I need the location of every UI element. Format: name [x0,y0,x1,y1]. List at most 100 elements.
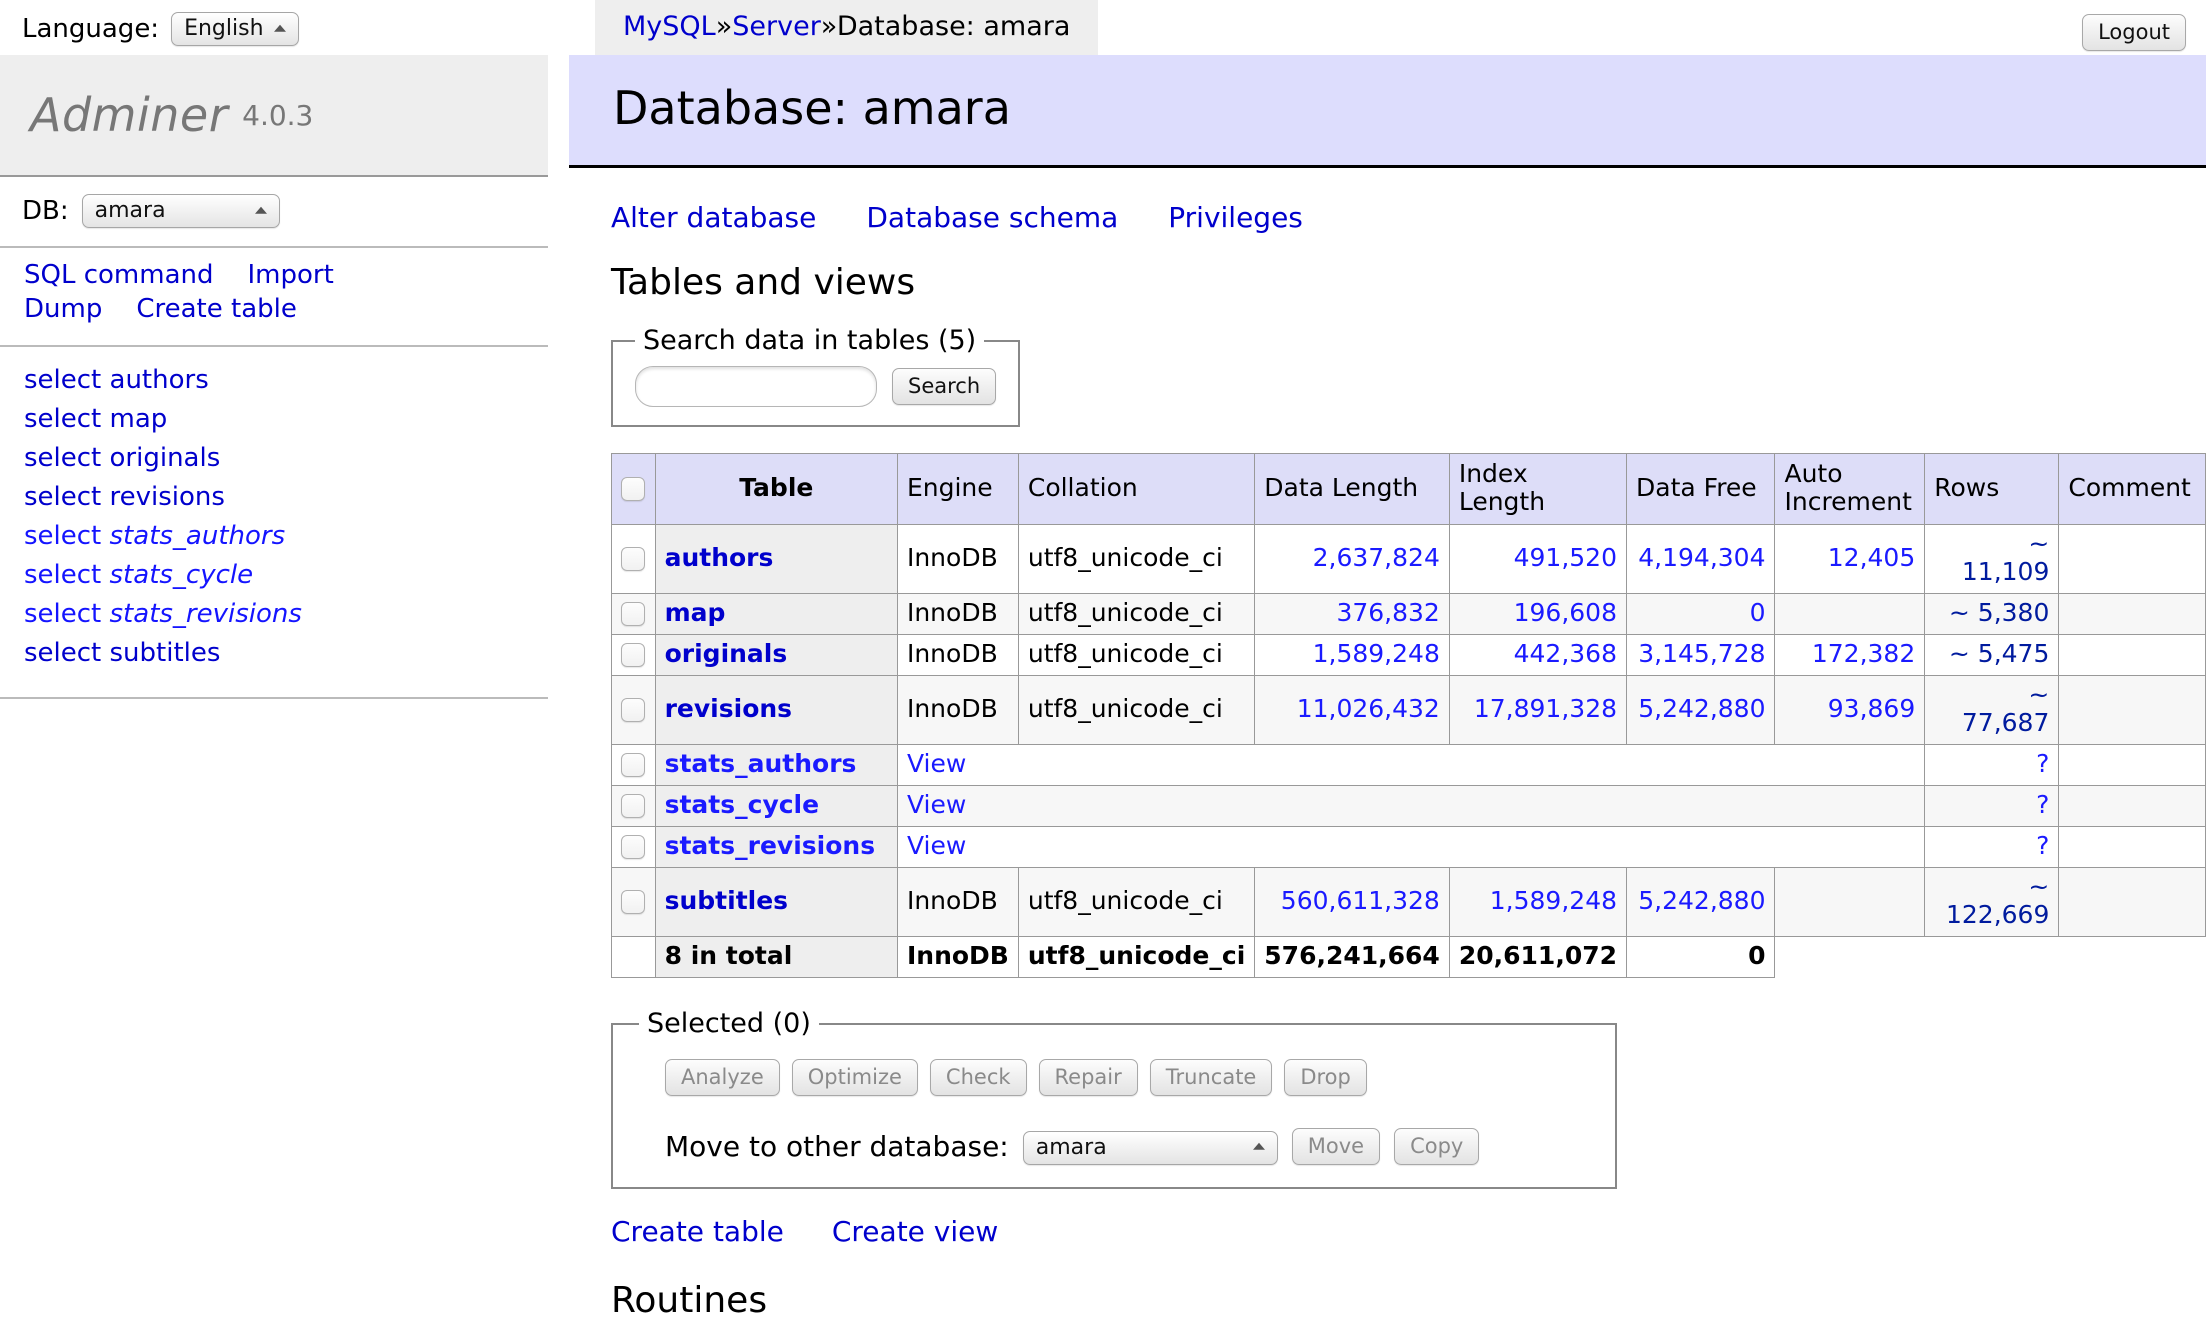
sidebar-select-link-originals[interactable]: select originals [24,443,220,473]
cell-index-length-link[interactable]: 1,589,248 [1490,886,1617,915]
language-select[interactable]: English [171,12,300,46]
row-checkbox-authors[interactable] [621,547,646,571]
table-link-map[interactable]: map [665,598,726,627]
total-checkbox-cell [611,936,656,978]
cell-data-free-link[interactable]: 5,242,880 [1638,886,1765,915]
row-checkbox-stats_authors[interactable] [621,753,646,777]
drop-button[interactable]: Drop [1284,1059,1367,1096]
rows-value: ~ 77,687 [1961,680,2050,737]
cell-data-length-link[interactable]: 11,026,432 [1297,694,1440,723]
cell-auto-increment-link[interactable]: 93,869 [1828,694,1915,723]
copy-button[interactable]: Copy [1394,1128,1480,1165]
row-checkbox-stats_revisions[interactable] [621,835,646,859]
rows-unknown: ? [2036,749,2050,778]
cell-data-length-link[interactable]: 2,637,824 [1313,543,1440,572]
cell-data-free: 0 [1625,593,1776,635]
table-link-stats_revisions[interactable]: stats_revisions [665,831,876,860]
table-row: stats_cycle View? [611,785,2206,827]
sidebar-select-link-stats_authors[interactable]: select stats_authors [24,521,285,551]
move-db-select[interactable]: amara [1022,1131,1278,1165]
link-privileges[interactable]: Privileges [1168,201,1303,234]
language-label: Language: [22,14,160,44]
sidebar-select-name: revisions [109,481,225,512]
cell-table-name: stats_cycle [654,785,898,827]
row-checkbox-subtitles[interactable] [621,890,646,914]
sidebar-select-link-subtitles[interactable]: select subtitles [24,638,220,668]
table-link-subtitles[interactable]: subtitles [665,886,788,915]
cell-index-length-link[interactable]: 442,368 [1514,639,1617,668]
sidebar-select-keyword: select [24,442,110,473]
sidebar-menu-sql-command[interactable]: SQL command [24,261,214,289]
sidebar-menu-create-table[interactable]: Create table [136,295,297,323]
cell-data-length-link[interactable]: 560,611,328 [1281,886,1440,915]
total-collation: utf8_unicode_ci [1017,936,1256,978]
repair-button[interactable]: Repair [1038,1059,1138,1096]
link-create-table-bottom[interactable]: Create table [611,1215,784,1248]
sidebar-select-link-authors[interactable]: select authors [24,365,209,395]
cell-auto-increment-link[interactable]: 12,405 [1828,543,1915,572]
cell-comment [2058,867,2206,937]
search-input[interactable] [635,366,877,407]
cell-data-free-link[interactable]: 4,194,304 [1638,543,1765,572]
sidebar-select-link-map[interactable]: select map [24,404,167,434]
cell-index-length-link[interactable]: 196,608 [1514,598,1617,627]
breadcrumb-server-link[interactable]: Server [732,11,821,42]
cell-data-free: 5,242,880 [1625,675,1776,745]
view-link-stats_authors[interactable]: View [907,749,966,778]
rows-value: ~ 5,380 [1948,598,2050,627]
row-checkbox-revisions[interactable] [621,698,646,722]
cell-engine: InnoDB [896,524,1019,594]
move-button[interactable]: Move [1291,1128,1381,1165]
search-button[interactable]: Search [892,368,997,405]
adminer-version: 4.0.3 [242,98,314,132]
table-header-row: Table Engine Collation Data Length Index… [611,453,2206,525]
link-create-view-bottom[interactable]: Create view [832,1215,998,1248]
select-all-checkbox[interactable] [621,477,645,501]
rows-value: ~ 5,475 [1948,639,2050,668]
sidebar-select-link-stats_cycle[interactable]: select stats_cycle [24,560,253,590]
db-label: DB: [22,196,69,226]
cell-auto-increment: 12,405 [1774,524,1926,594]
routines-heading: Routines [611,1280,768,1321]
table-link-stats_authors[interactable]: stats_authors [665,749,857,778]
row-checkbox-map[interactable] [621,602,646,626]
truncate-button[interactable]: Truncate [1149,1059,1273,1096]
breadcrumb-driver-link[interactable]: MySQL [623,11,716,42]
optimize-button[interactable]: Optimize [791,1059,918,1096]
view-link-stats_cycle[interactable]: View [907,790,966,819]
row-checkbox-stats_cycle[interactable] [621,794,646,818]
view-link-stats_revisions[interactable]: View [907,831,966,860]
table-link-stats_cycle[interactable]: stats_cycle [665,790,820,819]
sidebar-select-link-revisions[interactable]: select revisions [24,482,225,512]
table-link-originals[interactable]: originals [665,639,788,668]
row-checkbox-originals[interactable] [621,643,646,667]
db-select[interactable]: amara [81,194,280,228]
sidebar-menu-dump[interactable]: Dump [24,295,102,323]
cell-auto-increment-link[interactable]: 172,382 [1812,639,1915,668]
cell-rows: ~ 5,380 [1924,593,2060,635]
cell-data-length-link[interactable]: 376,832 [1336,598,1439,627]
cell-comment [2058,744,2206,786]
cell-data-free-link[interactable]: 0 [1750,598,1766,627]
link-alter-database[interactable]: Alter database [611,201,816,234]
cell-index-length-link[interactable]: 17,891,328 [1474,694,1617,723]
cell-data-free-link[interactable]: 3,145,728 [1638,639,1765,668]
check-button[interactable]: Check [929,1059,1027,1096]
logout-button[interactable]: Logout [2082,14,2186,51]
sidebar-select-link-stats_revisions[interactable]: select stats_revisions [24,599,302,629]
selected-actions: Analyze Optimize Check Repair Truncate Drop [665,1059,1589,1096]
table-link-authors[interactable]: authors [665,543,774,572]
cell-data-length-link[interactable]: 1,589,248 [1313,639,1440,668]
link-database-schema[interactable]: Database schema [866,201,1118,234]
table-total-row: 8 in total InnoDB utf8_unicode_ci 576,241,6… [611,936,2206,978]
sidebar-menu-import[interactable]: Import [248,261,334,289]
cell-data-length: 376,832 [1254,593,1450,635]
cell-index-length-link[interactable]: 491,520 [1514,543,1617,572]
sidebar-select-keyword: select [24,481,110,512]
sidebar-select-name: stats_cycle [109,559,254,590]
sidebar-select-row: select originals [24,443,548,473]
table-link-revisions[interactable]: revisions [665,694,792,723]
analyze-button[interactable]: Analyze [665,1059,780,1096]
cell-data-free-link[interactable]: 5,242,880 [1638,694,1765,723]
total-label: 8 in total [654,936,898,978]
